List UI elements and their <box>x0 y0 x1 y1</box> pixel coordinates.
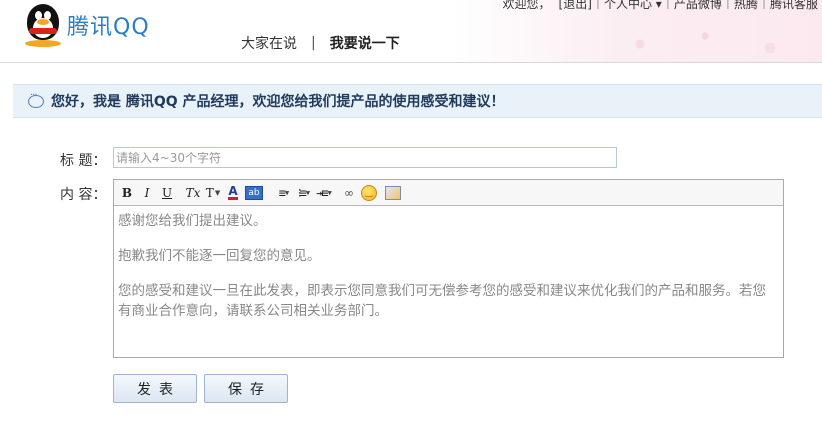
list-button[interactable]: ⁝≡ ▼ <box>295 184 311 202</box>
editor-content[interactable]: 感谢您给我们提出建议。 抱歉我们不能逐一回复您的意见。 您的感受和建议一旦在此发… <box>114 206 783 321</box>
submit-button[interactable]: 发表 <box>113 374 197 403</box>
nav-i-want-to-say[interactable]: 我要说一下 <box>330 33 400 53</box>
smile-icon: ‿ <box>365 187 373 198</box>
content-paragraph: 您的感受和建议一旦在此发表，即表示您同意我们可无偿参考您的感受和建议来优化我们的… <box>118 283 766 319</box>
content-paragraph: 感谢您给我们提出建议。 <box>118 213 267 229</box>
content-paragraph: 抱歉我们不能逐一回复您的意见。 <box>118 248 321 264</box>
emoticon-button[interactable]: ‿ <box>361 184 377 201</box>
notice-bar: 您好，我是 腾讯QQ 产品经理，欢迎您给我们提产品的使用感受和建议！ <box>13 84 822 118</box>
header-decoration <box>562 20 822 60</box>
title-label: 标 题： <box>60 153 107 169</box>
top-links: 欢迎您， [退出] | 个人中心 ▾ | 产品微博 | 热腾 | 腾讯客服 <box>499 0 822 11</box>
bold-button[interactable]: B <box>119 184 135 202</box>
italic-button[interactable]: I <box>139 184 155 202</box>
speech-bubble-icon <box>28 90 44 108</box>
font-size-icon: T <box>205 185 214 200</box>
indent-button[interactable]: ⇥≡ ▼ <box>315 184 332 202</box>
title-input[interactable] <box>113 147 617 168</box>
align-left-icon: ≡ <box>278 185 286 200</box>
product-weibo-link[interactable]: 产品微博 <box>670 0 726 11</box>
insert-image-button[interactable] <box>385 185 401 200</box>
font-color-button[interactable]: A <box>225 184 241 202</box>
nav-separator: | <box>311 35 316 51</box>
save-button[interactable]: 保存 <box>204 374 288 403</box>
notice-text: 您好，我是 腾讯QQ 产品经理，欢迎您给我们提产品的使用感受和建议！ <box>51 94 505 110</box>
logout-link[interactable]: [退出] <box>555 0 596 11</box>
bulleted-list-icon: ⁝≡ <box>297 185 307 200</box>
highlight-button[interactable]: ab <box>245 185 263 200</box>
personal-center-link[interactable]: 个人中心 ▾ <box>600 0 666 11</box>
remove-format-button[interactable]: Tx <box>185 184 201 202</box>
qq-logo[interactable]: 腾讯QQ <box>23 2 163 48</box>
link-button[interactable]: ∞ <box>341 184 357 202</box>
main-nav: 大家在说 | 我要说一下 <box>241 33 400 53</box>
nav-everyone-says[interactable]: 大家在说 <box>241 33 297 53</box>
logo-text: 腾讯QQ <box>67 15 150 40</box>
customer-service-link[interactable]: 腾讯客服 <box>766 0 822 11</box>
welcome-text: 欢迎您， <box>502 0 551 11</box>
link-icon: ∞ <box>344 185 354 200</box>
editor-toolbar: B I U Tx T ▼ A ab ≡ ▼ ⁝≡ ▼ ⇥≡ ▼ ∞ ‿ <box>114 180 783 206</box>
underline-button[interactable]: U <box>159 184 175 202</box>
font-color-icon: A <box>228 183 238 200</box>
header: 腾讯QQ 欢迎您， [退出] | 个人中心 ▾ | 产品微博 | 热腾 | 腾讯… <box>0 0 822 63</box>
indent-icon: ⇥≡ <box>316 185 329 200</box>
align-button[interactable]: ≡ ▼ <box>275 184 291 202</box>
penguin-icon <box>23 2 63 48</box>
rich-text-editor: B I U Tx T ▼ A ab ≡ ▼ ⁝≡ ▼ ⇥≡ ▼ ∞ ‿ 感谢您给我们提出… <box>113 179 784 358</box>
content-label: 内 容： <box>60 187 107 203</box>
hot-link[interactable]: 热腾 <box>730 0 762 11</box>
font-size-button[interactable]: T ▼ <box>205 184 221 202</box>
